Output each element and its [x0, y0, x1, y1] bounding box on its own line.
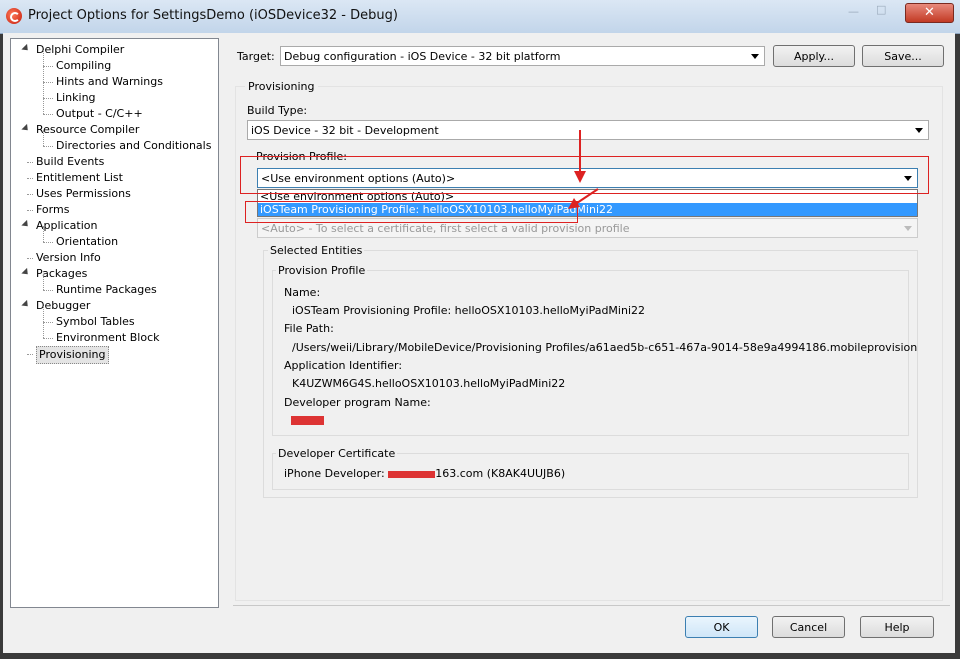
- ok-button[interactable]: OK: [685, 616, 758, 638]
- tree-item-forms[interactable]: Forms: [36, 202, 69, 218]
- target-label: Target:: [237, 50, 275, 63]
- tree-connector: [43, 130, 44, 146]
- tree-connector: [27, 210, 33, 211]
- tree-connector: [43, 306, 44, 322]
- annotation-arrows: [568, 130, 599, 209]
- expand-arrow-icon[interactable]: [21, 219, 31, 230]
- tree-item-uses-permissions[interactable]: Uses Permissions: [36, 186, 131, 202]
- devprog-label: Developer program Name:: [284, 396, 431, 409]
- help-button[interactable]: Help: [860, 616, 934, 638]
- tree-item-version-info[interactable]: Version Info: [36, 250, 101, 266]
- tree-connector: [43, 82, 44, 98]
- name-label: Name:: [284, 286, 321, 299]
- tree-item-compiling[interactable]: Compiling: [56, 58, 111, 74]
- annotation-arrowhead: [574, 171, 586, 183]
- tree-connector: [43, 98, 44, 114]
- expand-arrow-icon[interactable]: [21, 299, 31, 310]
- chevron-down-icon: [904, 226, 912, 231]
- annotation-arrow-diag: [573, 188, 599, 206]
- appid-value: K4UZWM6G4S.helloOSX10103.helloMyiPadMini…: [292, 377, 566, 390]
- tree-item-entitlement-list[interactable]: Entitlement List: [36, 170, 123, 186]
- save-button[interactable]: Save...: [862, 45, 944, 67]
- tree-item-build-events[interactable]: Build Events: [36, 154, 104, 170]
- selected-entities-title: Selected Entities: [268, 244, 365, 257]
- maximize-icon[interactable]: □: [876, 3, 886, 16]
- tree-connector: [27, 258, 33, 259]
- tree-item-application[interactable]: Application: [36, 218, 97, 234]
- provisioning-title: Provisioning: [245, 80, 318, 93]
- tree-connector: [27, 162, 33, 163]
- window-title: Project Options for SettingsDemo (iOSDev…: [28, 8, 398, 23]
- tree-item-runtime-packages[interactable]: Runtime Packages: [56, 282, 157, 298]
- tree-connector: [43, 66, 44, 82]
- apply-button[interactable]: Apply...: [773, 45, 855, 67]
- certificate-hint: <Auto> - To select a certificate, first …: [261, 222, 630, 235]
- cert-suffix: 163.com (K8AK4UUJB6): [435, 467, 566, 480]
- tree-connector: [43, 82, 53, 83]
- app-icon: [6, 8, 22, 24]
- target-combo[interactable]: Debug configuration - iOS Device - 32 bi…: [280, 46, 765, 66]
- tree-item-output-c-c[interactable]: Output - C/C++: [56, 106, 143, 122]
- certificate-group-title: Developer Certificate: [276, 447, 398, 460]
- minimize-icon[interactable]: —: [848, 5, 859, 18]
- tree-connector: [27, 178, 33, 179]
- chevron-down-icon: [915, 128, 923, 133]
- tree-connector: [43, 114, 53, 115]
- tree-connector: [43, 146, 53, 147]
- tree-connector: [43, 338, 53, 339]
- tree-item-debugger[interactable]: Debugger: [36, 298, 90, 314]
- target-value: Debug configuration - iOS Device - 32 bi…: [284, 50, 561, 63]
- cert-prefix: iPhone Developer:: [284, 467, 389, 480]
- tree-connector: [43, 50, 44, 66]
- filepath-value: /Users/weii/Library/MobileDevice/Provisi…: [292, 341, 918, 354]
- tree-connector: [27, 354, 33, 355]
- tree-item-resource-compiler[interactable]: Resource Compiler: [36, 122, 139, 138]
- tree-connector: [43, 98, 53, 99]
- filepath-label: File Path:: [284, 322, 334, 335]
- tree-item-environment-block[interactable]: Environment Block: [56, 330, 160, 346]
- tree-item-delphi-compiler[interactable]: Delphi Compiler: [36, 42, 124, 58]
- close-icon[interactable]: ✕: [905, 3, 954, 23]
- redacted-email: [388, 470, 436, 478]
- tree-connector: [43, 290, 53, 291]
- expand-arrow-icon[interactable]: [21, 43, 31, 54]
- tree-item-orientation[interactable]: Orientation: [56, 234, 118, 250]
- tree-connector: [43, 322, 44, 338]
- tree-item-symbol-tables[interactable]: Symbol Tables: [56, 314, 135, 330]
- build-type-value: iOS Device - 32 bit - Development: [251, 124, 439, 137]
- options-tree[interactable]: Delphi Compiler Compiling Hints and Warnin…: [10, 38, 219, 608]
- tree-connector: [43, 274, 44, 290]
- redacted-program-name: [291, 416, 324, 425]
- tree-connector: [43, 242, 53, 243]
- tree-item-provisioning[interactable]: Provisioning: [36, 346, 109, 364]
- tree-connector: [43, 66, 53, 67]
- expand-arrow-icon[interactable]: [21, 267, 31, 278]
- tree-connector: [27, 194, 33, 195]
- certificate-value: iPhone Developer: 163.com (K8AK4UUJB6): [284, 467, 565, 480]
- window-controls: — □: [842, 3, 902, 21]
- expand-arrow-icon[interactable]: [21, 123, 31, 134]
- appid-label: Application Identifier:: [284, 359, 403, 372]
- build-type-label: Build Type:: [247, 104, 308, 117]
- tree-connector: [43, 322, 53, 323]
- chevron-down-icon: [751, 54, 759, 59]
- annotation-arrowhead: [568, 198, 580, 209]
- cancel-button[interactable]: Cancel: [772, 616, 845, 638]
- tree-item-directories-and-conditionals[interactable]: Directories and Conditionals: [56, 138, 211, 154]
- footer-separator: [233, 605, 950, 606]
- tree-item-hints-and-warnings[interactable]: Hints and Warnings: [56, 74, 163, 90]
- profile-group-title: Provision Profile: [276, 264, 368, 277]
- annotation-box-option: [245, 201, 578, 223]
- name-value: iOSTeam Provisioning Profile: helloOSX10…: [292, 304, 646, 317]
- tree-item-linking[interactable]: Linking: [56, 90, 96, 106]
- tree-connector: [43, 226, 44, 242]
